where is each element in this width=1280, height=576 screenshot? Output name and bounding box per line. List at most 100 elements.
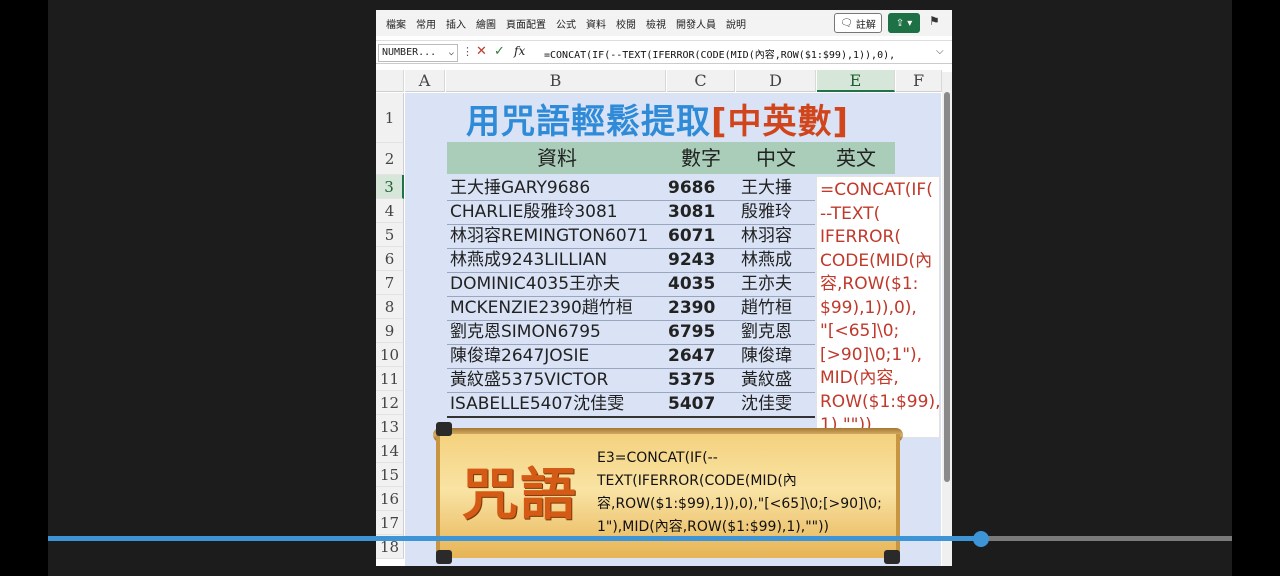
- cancel-icon[interactable]: ✕: [476, 44, 487, 59]
- tab-review[interactable]: 校閱: [616, 16, 636, 31]
- share-button[interactable]: ⇪ ▾: [888, 13, 920, 33]
- column-header-a[interactable]: A: [405, 70, 445, 92]
- coauthoring-icon[interactable]: ⚑: [929, 14, 940, 28]
- cell-data[interactable]: 王大捶GARY9686: [450, 176, 666, 200]
- excel-window: 檔案 常用 插入 繪圖 頁面配置 公式 資料 校閱 檢視 開發人員 說明 🗨 註…: [376, 10, 952, 566]
- row-divider: [447, 416, 815, 418]
- cell-number[interactable]: 6795: [668, 320, 734, 344]
- row-header-5[interactable]: 5: [376, 223, 404, 247]
- tab-developer[interactable]: 開發人員: [676, 16, 716, 31]
- comment-icon: 🗨: [840, 17, 853, 29]
- formula-line: CODE(MID(內: [820, 250, 933, 271]
- cell-number[interactable]: 2647: [668, 344, 734, 368]
- tab-view[interactable]: 檢視: [646, 16, 666, 31]
- row-header-3[interactable]: 3: [376, 175, 404, 199]
- cell-number[interactable]: 9686: [668, 176, 734, 200]
- more-icon[interactable]: ⋮: [462, 45, 473, 58]
- row-header-4[interactable]: 4: [376, 199, 404, 223]
- formula-edit-cell-e3[interactable]: =CONCAT(IF( --TEXT( IFERROR( CODE(MID(內 …: [816, 176, 940, 438]
- cell-data[interactable]: ISABELLE5407沈佳雯: [450, 392, 666, 416]
- header-data[interactable]: 資料: [447, 142, 667, 174]
- cell-data[interactable]: MCKENZIE2390趙竹桓: [450, 296, 666, 320]
- cell-number[interactable]: 2390: [668, 296, 734, 320]
- cell-chinese[interactable]: 林羽容: [741, 224, 815, 248]
- scroll-knob: [884, 550, 900, 564]
- tab-file[interactable]: 檔案: [386, 16, 406, 31]
- column-header-c[interactable]: C: [667, 70, 735, 92]
- comment-button[interactable]: 🗨 註解: [834, 13, 882, 33]
- spell-formula: E3=CONCAT(IF(-- TEXT(IFERROR(CODE(MID(內 …: [597, 447, 887, 539]
- row-header-8[interactable]: 8: [376, 295, 404, 319]
- header-chinese[interactable]: 中文: [736, 142, 816, 174]
- formula-line: 容,ROW($1:: [820, 274, 919, 294]
- row-header-2[interactable]: 2: [376, 143, 404, 175]
- row-header-13[interactable]: 13: [376, 415, 404, 439]
- cell-data[interactable]: DOMINIC4035王亦夫: [450, 272, 666, 296]
- tab-insert[interactable]: 插入: [446, 16, 466, 31]
- tab-data[interactable]: 資料: [586, 16, 606, 31]
- formula-input[interactable]: =CONCAT(IF(--TEXT(IFERROR(CODE(MID(內容,RO…: [544, 46, 936, 61]
- tab-formulas[interactable]: 公式: [556, 16, 576, 31]
- select-all-corner[interactable]: [376, 70, 404, 92]
- vertical-scrollbar[interactable]: [942, 72, 952, 566]
- chevron-down-icon: ⌵: [448, 48, 454, 58]
- header-number[interactable]: 數字: [667, 142, 735, 174]
- cell-chinese[interactable]: 黃紋盛: [741, 368, 815, 392]
- row-header-1[interactable]: 1: [376, 93, 404, 143]
- row-header-16[interactable]: 16: [376, 487, 404, 511]
- right-letterbox: [1232, 0, 1280, 576]
- cell-number[interactable]: 5375: [668, 368, 734, 392]
- enter-icon[interactable]: ✓: [494, 44, 505, 59]
- cell-data[interactable]: CHARLIE殷雅玲3081: [450, 200, 666, 224]
- row-header-17[interactable]: 17: [376, 511, 404, 535]
- cell-chinese[interactable]: 劉克恩: [741, 320, 815, 344]
- title-accent: [中英數]: [711, 102, 850, 142]
- cell-chinese[interactable]: 趙竹桓: [741, 296, 815, 320]
- row-header-10[interactable]: 10: [376, 343, 404, 367]
- cell-chinese[interactable]: 殷雅玲: [741, 200, 815, 224]
- header-english[interactable]: 英文: [817, 142, 895, 174]
- row-header-7[interactable]: 7: [376, 271, 404, 295]
- tab-page-layout[interactable]: 頁面配置: [506, 16, 546, 31]
- title-main: 用咒語輕鬆提取: [466, 102, 711, 142]
- cell-number[interactable]: 6071: [668, 224, 734, 248]
- row-header-11[interactable]: 11: [376, 367, 404, 391]
- cell-data[interactable]: 陳俊瑋2647JOSIE: [450, 344, 666, 368]
- column-header-e[interactable]: E: [817, 70, 895, 92]
- cell-chinese[interactable]: 沈佳雯: [741, 392, 815, 416]
- column-header-f[interactable]: F: [896, 70, 942, 92]
- cell-data[interactable]: 劉克恩SIMON6795: [450, 320, 666, 344]
- column-header-d[interactable]: D: [736, 70, 816, 92]
- spell-line: E3=CONCAT(IF(--: [597, 450, 718, 466]
- cell-data[interactable]: 黃紋盛5375VICTOR: [450, 368, 666, 392]
- tab-draw[interactable]: 繪圖: [476, 16, 496, 31]
- scrollbar-thumb[interactable]: [944, 92, 950, 482]
- cell-chinese[interactable]: 陳俊瑋: [741, 344, 815, 368]
- cell-chinese[interactable]: 王亦夫: [741, 272, 815, 296]
- expand-formula-icon[interactable]: ⌵: [936, 46, 944, 57]
- formula-line: =CONCAT(IF(: [820, 180, 933, 200]
- formula-line: IFERROR(: [820, 227, 901, 247]
- row-header-14[interactable]: 14: [376, 439, 404, 463]
- cell-number[interactable]: 3081: [668, 200, 734, 224]
- cell-data[interactable]: 林羽容REMINGTON6071: [450, 224, 666, 248]
- cell-chinese[interactable]: 王大捶: [741, 176, 815, 200]
- row-header-9[interactable]: 9: [376, 319, 404, 343]
- video-progress-bar[interactable]: [48, 531, 1232, 547]
- insert-function-icon[interactable]: fx: [514, 44, 525, 58]
- tab-help[interactable]: 說明: [726, 16, 746, 31]
- column-header-b[interactable]: B: [446, 70, 666, 92]
- cell-number[interactable]: 4035: [668, 272, 734, 296]
- video-progress-handle[interactable]: [973, 531, 989, 547]
- cell-chinese[interactable]: 林燕成: [741, 248, 815, 272]
- tab-home[interactable]: 常用: [416, 16, 436, 31]
- share-icon: ⇪ ▾: [895, 17, 913, 29]
- row-header-12[interactable]: 12: [376, 391, 404, 415]
- cell-number[interactable]: 5407: [668, 392, 734, 416]
- cell-number[interactable]: 9243: [668, 248, 734, 272]
- row-header-6[interactable]: 6: [376, 247, 404, 271]
- row-header-15[interactable]: 15: [376, 463, 404, 487]
- cell-data[interactable]: 林燕成9243LILLIAN: [450, 248, 666, 272]
- scroll-knob: [436, 422, 452, 436]
- name-box[interactable]: NUMBER... ⌵: [378, 44, 458, 62]
